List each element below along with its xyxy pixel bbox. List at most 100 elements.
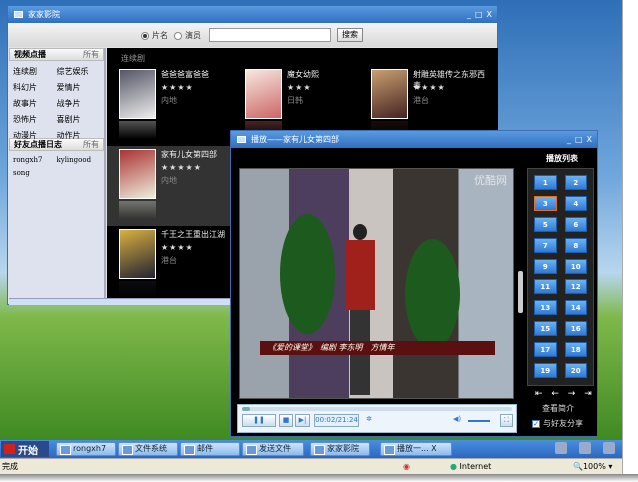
episode-button[interactable]: 18 [564,342,587,358]
category-item[interactable]: 连续剧 [13,66,57,77]
share-checkbox[interactable]: ✓ 与好友分享 [532,418,583,429]
fullscreen-button[interactable]: ⛶ [500,414,513,427]
watermark: 优酷网 [474,174,507,187]
internet-zone: ● Internet [450,459,491,474]
volume-icon[interactable]: ◀) [450,414,464,427]
poster-reflection [119,281,156,298]
episode-button[interactable]: 11 [534,279,557,295]
playlist-nav[interactable]: ⇤ ← → ⇥ [535,389,595,399]
start-button[interactable]: 开始 [1,441,49,457]
episode-button[interactable]: 19 [534,363,557,379]
minimize-button[interactable]: _ [567,135,571,144]
episode-button[interactable]: 15 [534,321,557,337]
maximize-button[interactable]: □ [575,135,583,144]
tray-icon[interactable] [579,442,591,454]
next-button[interactable]: ▶| [295,414,310,427]
category-item[interactable]: 故事片 [13,98,57,109]
category-item[interactable]: 综艺娱乐 [57,66,101,77]
friend-item[interactable]: kylingood [57,156,101,164]
share-label: 与好友分享 [543,419,583,428]
episode-button[interactable]: 10 [564,258,587,274]
taskbar-item[interactable]: 文件系统 [118,442,178,456]
category-item[interactable]: 爱情片 [57,82,101,93]
taskbar-item[interactable]: 播放一... X [380,442,452,456]
movie-item[interactable]: 爸爸爸富爸爸 ★★★★ 内地 [107,66,232,146]
stop-button[interactable]: ■ [279,414,293,427]
episode-button[interactable]: 3 [534,195,557,211]
taskbar-item[interactable]: 发送文件 [242,442,304,456]
friends-title: 好友点播日志 [14,140,62,149]
close-button[interactable]: X [487,10,492,19]
tray-icon[interactable] [603,442,615,454]
episode-button[interactable]: 6 [564,216,587,232]
plant [405,239,460,349]
friend-item[interactable]: rongxh7 [13,156,57,164]
volume-slider[interactable] [468,420,490,422]
category-item[interactable]: 战争片 [57,98,101,109]
movie-poster[interactable] [119,69,156,119]
episode-button[interactable]: 1 [534,175,557,190]
taskbar-item[interactable]: 邮件 [180,442,240,456]
tray-icon[interactable] [555,442,567,454]
episode-button[interactable]: 13 [534,300,557,316]
categories-all-link[interactable]: 所有 [83,49,99,60]
episode-button[interactable]: 17 [534,342,557,358]
movie-poster[interactable] [119,149,156,199]
movie-rating: ★★★ [287,83,312,92]
episode-button[interactable]: 16 [564,321,587,337]
radio-title[interactable]: 片名 [141,30,168,41]
radio-actor[interactable]: 演员 [174,30,201,41]
movie-poster[interactable] [245,69,282,119]
main-title-bar[interactable]: 家家影院 _ □ X [8,6,497,23]
video-frame[interactable]: 优酷网 《爱的课堂》 编剧 李东明 方情年 [239,168,514,399]
category-item[interactable]: 科幻片 [13,82,57,93]
maximize-button[interactable]: □ [475,10,483,19]
episode-button[interactable]: 20 [564,363,587,379]
category-item[interactable]: 喜剧片 [57,114,101,125]
player-icon [237,136,246,143]
minimize-button[interactable]: _ [467,10,471,19]
settings-icon[interactable]: ✲ [363,414,375,427]
episode-button[interactable]: 7 [534,237,557,253]
privacy-icon[interactable]: ◉ [403,459,410,474]
movie-title[interactable]: 千王之王重出江湖 [161,229,236,240]
friend-item[interactable]: song [13,169,57,177]
zoom-level[interactable]: 🔍100% ▾ [573,459,612,474]
taskbar-item[interactable]: rongxh7 [56,442,116,456]
movie-title[interactable]: 家有儿女第四部 [161,149,236,160]
categories-header: 视频点播 所有 [9,48,104,61]
taskbar-item[interactable]: 家家影院 [310,442,370,456]
checkbox-icon[interactable]: ✓ [532,419,540,428]
category-item[interactable]: 恐怖片 [13,114,57,125]
movie-region: 港台 [413,96,429,105]
panel-toggle-handle[interactable] [518,271,523,313]
status-bar: 完成 ◉ ● Internet 🔍100% ▾ [0,458,622,474]
episode-button[interactable]: 5 [534,216,557,232]
pause-button[interactable]: ❚❚ [242,414,276,427]
zone-label: Internet [459,462,492,471]
friends-all-link[interactable]: 所有 [83,139,99,150]
movie-poster[interactable] [119,229,156,279]
movie-poster[interactable] [371,69,408,119]
episode-button[interactable]: 4 [564,195,587,211]
close-button[interactable]: X [587,135,592,144]
player-title-bar[interactable]: 播放——家有儿女第四部 _ □ X [231,131,597,148]
view-intro-link[interactable]: 查看简介 [542,403,574,414]
episode-button[interactable]: 9 [534,258,557,274]
progress-bar[interactable] [242,407,512,411]
left-panel: 视频点播 所有 连续剧 综艺娱乐 科幻片 爱情片 故事片 战争片 恐怖片 喜剧片 动漫片 动作片 好… [9,48,106,298]
episode-button[interactable]: 12 [564,279,587,295]
episode-button[interactable]: 14 [564,300,587,316]
search-input[interactable] [209,28,331,42]
movie-item[interactable]: 家有儿女第四部 ★★★★★ 内地 [107,146,232,226]
episode-button[interactable]: 2 [564,175,587,190]
start-label: 开始 [18,445,38,457]
radio-actor-label: 演员 [185,31,201,40]
person [345,224,375,399]
episode-button[interactable]: 8 [564,237,587,253]
movie-item[interactable]: 千王之王重出江湖 ★★★★ 港台 [107,226,232,298]
search-button[interactable]: 搜索 [337,28,363,42]
movie-title[interactable]: 魔女幼熙 [287,69,362,80]
system-tray [555,442,615,454]
movie-title[interactable]: 爸爸爸富爸爸 [161,69,236,80]
